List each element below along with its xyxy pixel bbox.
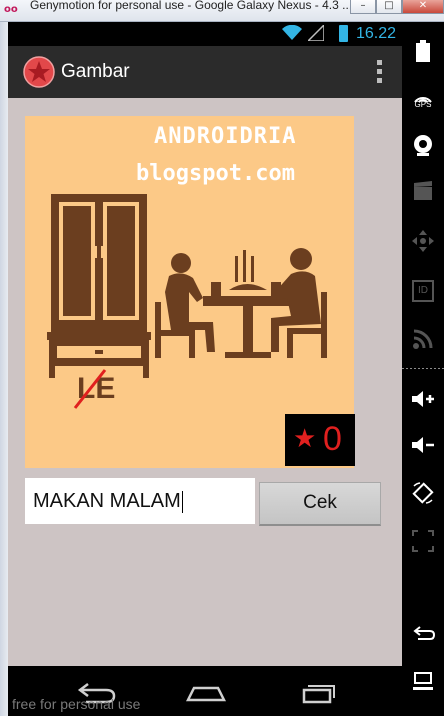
wardrobe-icon (47, 194, 151, 378)
star-icon: ★ (293, 424, 317, 454)
navigation-bar: free for personal use (8, 666, 402, 716)
watermark-line2: blogspot.com (136, 161, 295, 186)
device-screen: 16.22 Gambar LE ANDROIDRIA blogspot.com … (8, 22, 402, 716)
answer-value: MAKAN MALAM (33, 490, 181, 512)
personal-use-watermark: free for personal use (12, 696, 141, 712)
close-button[interactable]: ✕ (402, 0, 444, 14)
minimize-button[interactable]: – (350, 0, 376, 14)
menu-icon[interactable] (408, 666, 438, 696)
window-title: Genymotion for personal use - Google Gal… (30, 0, 353, 12)
id-icon[interactable]: ID (408, 276, 438, 306)
rotate-icon[interactable] (408, 478, 438, 508)
toolbar-separator (402, 368, 444, 369)
window-title-bar: oo Genymotion for personal use - Google … (0, 0, 444, 22)
text-caret (181, 490, 183, 513)
dpad-icon[interactable] (408, 226, 438, 256)
red-star-icon[interactable] (23, 56, 55, 88)
clue-letters: LE (73, 369, 115, 409)
signal-icon (308, 25, 324, 41)
status-bar: 16.22 (8, 22, 402, 46)
emulator-toolbar: GPS ID (402, 22, 444, 716)
answer-input[interactable]: MAKAN MALAM (25, 478, 255, 524)
action-bar: Gambar (8, 46, 402, 100)
overflow-menu-icon[interactable] (374, 60, 384, 86)
star-score-badge: ★ 0 (285, 414, 355, 466)
volume-down-icon[interactable] (408, 430, 438, 460)
rss-icon[interactable] (408, 324, 438, 354)
star-count: 0 (323, 420, 342, 458)
gps-label: GPS (414, 100, 432, 109)
back-icon[interactable] (408, 618, 438, 648)
window-frame-edge (0, 22, 8, 716)
status-time: 16.22 (355, 25, 396, 42)
battery-icon[interactable] (408, 36, 438, 66)
recent-apps-icon[interactable] (288, 674, 348, 708)
dining-table-icon (203, 250, 293, 358)
camera-icon[interactable] (408, 130, 438, 160)
watermark-line1: ANDROIDRIA (154, 124, 297, 149)
volume-up-icon[interactable] (408, 384, 438, 414)
id-label: ID (412, 280, 434, 302)
maximize-button[interactable]: □ (376, 0, 402, 14)
video-icon[interactable] (408, 176, 438, 206)
app-title: Gambar (61, 61, 130, 82)
genymotion-logo-icon: oo (4, 4, 18, 15)
check-answer-button[interactable]: Cek (259, 482, 381, 526)
main-content: LE ANDROIDRIA blogspot.com ★ 0 MAKAN MAL… (8, 98, 402, 666)
fullscreen-icon[interactable] (408, 526, 438, 556)
wifi-icon (282, 25, 302, 40)
home-icon[interactable] (176, 674, 236, 708)
battery-icon (339, 25, 348, 42)
